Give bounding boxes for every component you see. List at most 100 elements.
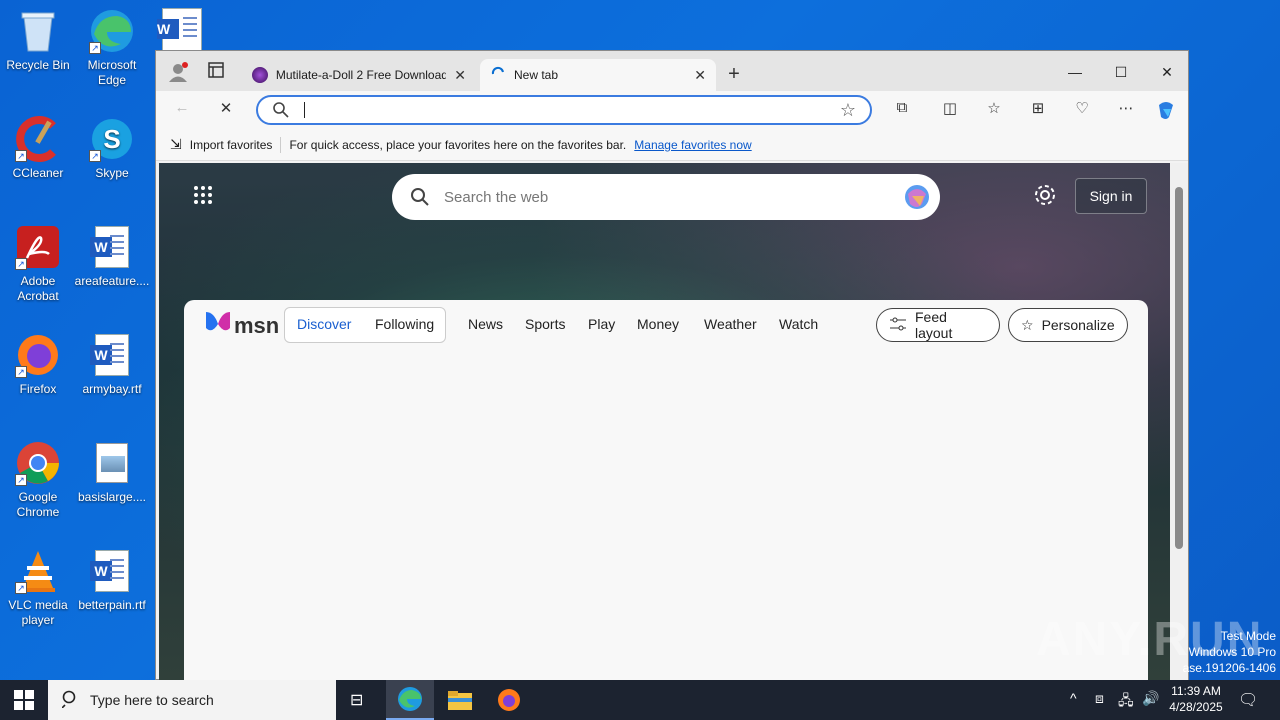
desktop-icon-label: Skype (95, 166, 129, 180)
shortcut-arrow-icon: ↗ (15, 474, 27, 486)
taskbar-search-box[interactable]: Type here to search (48, 680, 336, 720)
profile-icon[interactable] (166, 61, 190, 83)
desktop-icon-vlc[interactable]: ↗ VLC media player (0, 548, 76, 628)
desktop-icon-label: areafeature.... (74, 274, 150, 288)
feed-layout-label: Feed layout (915, 309, 953, 341)
tab-favicon-icon (252, 67, 268, 83)
msn-logo-text: msn (234, 312, 280, 338)
sign-in-button[interactable]: Sign in (1075, 178, 1147, 214)
notifications-icon[interactable]: 🗨 (1238, 690, 1258, 710)
network-icon[interactable]: 🖧 (1118, 690, 1134, 714)
scrollbar-thumb[interactable] (1175, 187, 1183, 549)
show-hidden-icons-icon[interactable]: ^ (1070, 690, 1077, 706)
desktop-icon-armybay[interactable]: W armybay.rtf (74, 332, 150, 397)
desktop-icon-firefox[interactable]: ↗ Firefox (0, 332, 76, 397)
desktop-icon-recycle-bin[interactable]: Recycle Bin (0, 8, 76, 73)
copilot-icon[interactable] (902, 182, 932, 216)
tab-sports[interactable]: Sports (525, 316, 565, 332)
task-view-icon[interactable]: ⊟ (350, 690, 363, 710)
edge-icon (398, 687, 422, 711)
word-document-icon: W (89, 332, 135, 378)
search-icon (410, 187, 430, 211)
web-search-box[interactable]: Search the web (392, 174, 940, 220)
tab-play[interactable]: Play (588, 316, 615, 332)
tab-following[interactable]: Following (375, 316, 434, 332)
import-favorites-button[interactable]: Import favorites (190, 138, 273, 152)
search-icon (272, 101, 290, 124)
manage-favorites-link[interactable]: Manage favorites now (634, 138, 751, 152)
tab-watch[interactable]: Watch (779, 316, 818, 332)
maximize-button[interactable]: ☐ (1098, 57, 1144, 87)
desktop-icon-chrome[interactable]: ↗ Google Chrome (0, 440, 76, 520)
browser-essentials-icon[interactable]: ♡ (1070, 99, 1094, 121)
msn-logo[interactable]: msn (204, 310, 279, 341)
clock[interactable]: 11:39 AM 4/28/2025 (1164, 683, 1228, 715)
feed-layout-button[interactable]: Feed layout (876, 308, 1000, 342)
search-icon (61, 690, 80, 711)
start-button[interactable] (14, 690, 34, 715)
favorite-star-icon[interactable]: ☆ (840, 100, 856, 121)
more-options-icon[interactable]: ⋯ (1114, 99, 1138, 121)
desktop-icon-betterpain[interactable]: W betterpain.rtf (74, 548, 150, 613)
taskbar-search-input[interactable]: Type here to search (90, 692, 214, 708)
settings-gear-icon[interactable] (1033, 183, 1057, 212)
shortcut-arrow-icon: ↗ (15, 258, 27, 270)
collections-icon[interactable]: ⊞ (1026, 99, 1050, 121)
clock-time: 11:39 AM (1171, 684, 1221, 698)
split-screen-icon[interactable]: ◫ (938, 99, 962, 121)
back-icon[interactable]: ← (170, 99, 194, 121)
web-search-input[interactable]: Search the web (444, 189, 548, 206)
new-tab-button[interactable]: + (722, 63, 746, 85)
tab-label: New tab (514, 68, 559, 82)
close-window-button[interactable]: ✕ (1144, 57, 1190, 87)
tab-mutilate-a-doll[interactable]: Mutilate-a-Doll 2 Free Download ✕ (242, 59, 476, 91)
edge-icon: ↗ (89, 8, 135, 54)
skype-icon: S ↗ (89, 116, 135, 162)
tab-new-tab[interactable]: New tab ✕ (480, 59, 716, 91)
copilot-icon[interactable] (1154, 99, 1178, 121)
minimize-button[interactable]: — (1052, 57, 1098, 87)
personalize-button[interactable]: ☆ Personalize (1008, 308, 1128, 342)
desktop-icon-ccleaner[interactable]: ↗ CCleaner (0, 116, 76, 181)
volume-icon[interactable]: 🔊 (1142, 690, 1159, 707)
taskbar-edge-button[interactable] (386, 680, 434, 720)
extensions-icon[interactable]: ⧉ (890, 99, 914, 121)
desktop-icon-label: VLC media player (8, 598, 68, 627)
word-document-icon[interactable]: W (157, 8, 202, 52)
desktop-icon-acrobat[interactable]: ↗ Adobe Acrobat (0, 224, 76, 304)
favorites-hint-text: For quick access, place your favorites h… (289, 137, 627, 152)
tab-weather[interactable]: Weather (704, 316, 757, 332)
personalize-label: Personalize (1041, 317, 1115, 333)
desktop-icon-label: basislarge.... (77, 490, 147, 504)
desktop-icon-basislarge[interactable]: basislarge.... (74, 440, 150, 505)
close-tab-icon[interactable]: ✕ (454, 67, 466, 84)
favorites-bar: ⇲ Import favorites For quick access, pla… (156, 129, 1188, 161)
desktop-icon-label: Adobe Acrobat (17, 274, 59, 303)
image-file-icon (89, 440, 135, 486)
new-tab-page: Search the web Sign in msn Discover Foll… (159, 163, 1171, 681)
shortcut-arrow-icon: ↗ (15, 582, 27, 594)
loading-spinner-icon (490, 66, 506, 85)
stop-loading-icon[interactable]: ✕ (214, 99, 238, 121)
msn-feed-panel: msn Discover Following News Sports Play … (184, 300, 1148, 681)
taskbar-firefox-icon[interactable] (497, 688, 521, 717)
address-bar[interactable]: ☆ (256, 95, 872, 125)
meet-now-icon[interactable]: ⧈ (1095, 690, 1104, 707)
text-cursor (304, 102, 305, 118)
desktop-icon-label: Firefox (19, 382, 57, 396)
desktop-icon-areafeature[interactable]: W areafeature.... (74, 224, 150, 289)
desktop-icon-edge[interactable]: ↗ Microsoft Edge (74, 8, 150, 88)
page-scrollbar[interactable] (1170, 163, 1188, 681)
apps-launcher-icon[interactable] (193, 185, 213, 210)
file-explorer-icon[interactable] (448, 689, 472, 716)
favorites-icon[interactable]: ☆ (982, 99, 1006, 121)
acrobat-icon: ↗ (15, 224, 61, 270)
tab-discover[interactable]: Discover (297, 316, 351, 332)
tab-money[interactable]: Money (637, 316, 679, 332)
sparkle-icon: ☆ (1021, 316, 1034, 333)
tab-actions-icon[interactable] (204, 61, 228, 83)
chrome-icon: ↗ (15, 440, 61, 486)
tab-news[interactable]: News (468, 316, 503, 332)
desktop-icon-skype[interactable]: S ↗ Skype (74, 116, 150, 181)
close-tab-icon[interactable]: ✕ (694, 67, 706, 84)
